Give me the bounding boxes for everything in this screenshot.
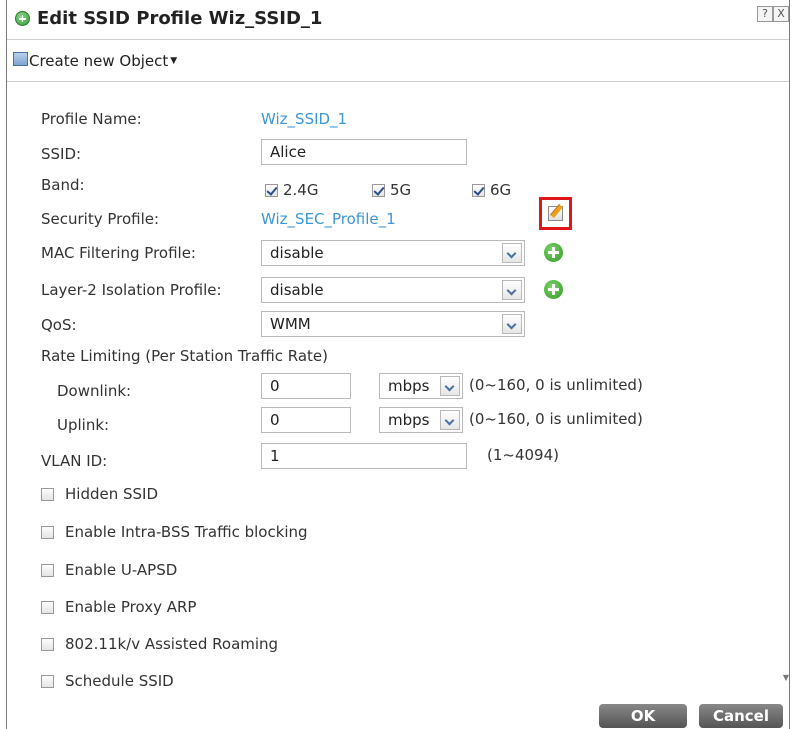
- uplink-hint: (0~160, 0 is unlimited): [469, 410, 643, 428]
- ssid-input[interactable]: Alice: [261, 139, 467, 165]
- edit-icon[interactable]: [548, 206, 563, 221]
- qos-select[interactable]: WMM: [261, 311, 525, 337]
- caret-down-icon: ▼: [170, 56, 178, 66]
- band-2-4g-checkbox[interactable]: [265, 184, 278, 197]
- uplink-label: Uplink:: [57, 416, 110, 434]
- vlan-id-label: VLAN ID:: [41, 452, 108, 470]
- schedule-ssid-label: Schedule SSID: [65, 672, 174, 690]
- vlan-id-input[interactable]: 1: [261, 443, 467, 469]
- vlan-id-hint: (1~4094): [487, 446, 559, 464]
- assisted-roaming-label: 802.11k/v Assisted Roaming: [65, 635, 279, 653]
- toolbar: Create new Object ▼: [7, 42, 789, 82]
- hidden-ssid-label: Hidden SSID: [65, 485, 159, 503]
- hidden-ssid-checkbox[interactable]: [41, 488, 54, 501]
- ok-button[interactable]: OK: [599, 704, 687, 728]
- band-6g-label: 6G: [490, 181, 512, 199]
- add-mac-filtering-icon[interactable]: [544, 243, 563, 262]
- cancel-button[interactable]: Cancel: [699, 704, 783, 728]
- assisted-roaming-checkbox[interactable]: [41, 638, 54, 651]
- object-icon: [13, 52, 28, 66]
- downlink-unit-select[interactable]: mbps: [379, 373, 463, 399]
- dialog-window: Edit SSID Profile Wiz_SSID_1 ? X Create …: [6, 0, 790, 729]
- add-layer2-isolation-icon[interactable]: [544, 280, 563, 299]
- downlink-label: Downlink:: [57, 382, 132, 400]
- intra-bss-blocking-label: Enable Intra-BSS Traffic blocking: [65, 523, 308, 541]
- band-5g-label: 5G: [390, 181, 412, 199]
- profile-name-label: Profile Name:: [41, 110, 142, 128]
- u-apsd-checkbox[interactable]: [41, 564, 54, 577]
- qos-label: QoS:: [41, 316, 77, 334]
- qos-value: WMM: [270, 315, 311, 333]
- band-label: Band:: [41, 176, 85, 194]
- layer2-isolation-label: Layer-2 Isolation Profile:: [41, 281, 222, 299]
- create-new-object-label: Create new Object: [29, 52, 169, 70]
- title-bar: Edit SSID Profile Wiz_SSID_1 ? X: [7, 0, 789, 40]
- chevron-down-icon: [502, 314, 522, 334]
- schedule-ssid-checkbox[interactable]: [41, 675, 54, 688]
- uplink-unit-value: mbps: [388, 411, 430, 429]
- layer2-isolation-value: disable: [270, 281, 324, 299]
- rate-limiting-label: Rate Limiting (Per Station Traffic Rate): [41, 347, 329, 365]
- mac-filtering-select[interactable]: disable: [261, 240, 525, 266]
- chevron-down-icon: [502, 243, 522, 263]
- uplink-unit-select[interactable]: mbps: [379, 407, 463, 433]
- layer2-isolation-select[interactable]: disable: [261, 277, 525, 303]
- add-circle-icon: [15, 11, 30, 26]
- create-new-object-menu[interactable]: Create new Object ▼: [29, 52, 177, 70]
- profile-name-value: Wiz_SSID_1: [261, 110, 348, 128]
- chevron-down-icon: [502, 280, 522, 300]
- mac-filtering-value: disable: [270, 244, 324, 262]
- intra-bss-blocking-checkbox[interactable]: [41, 526, 54, 539]
- band-2-4g-label: 2.4G: [283, 181, 319, 199]
- chevron-down-icon: [440, 410, 460, 430]
- ssid-label: SSID:: [41, 145, 82, 163]
- close-button[interactable]: X: [773, 6, 789, 22]
- downlink-hint: (0~160, 0 is unlimited): [469, 376, 643, 394]
- band-6g-checkbox[interactable]: [472, 184, 485, 197]
- security-profile-label: Security Profile:: [41, 210, 160, 228]
- help-button[interactable]: ?: [757, 6, 773, 22]
- downlink-input[interactable]: 0: [261, 373, 351, 399]
- edit-highlight-box: [539, 197, 572, 230]
- scroll-down-arrow-icon[interactable]: ▼: [783, 673, 789, 682]
- proxy-arp-checkbox[interactable]: [41, 601, 54, 614]
- downlink-unit-value: mbps: [388, 377, 430, 395]
- mac-filtering-label: MAC Filtering Profile:: [41, 244, 196, 262]
- uplink-input[interactable]: 0: [261, 407, 351, 433]
- band-5g-checkbox[interactable]: [372, 184, 385, 197]
- security-profile-link[interactable]: Wiz_SEC_Profile_1: [261, 210, 396, 228]
- u-apsd-label: Enable U-APSD: [65, 561, 178, 579]
- proxy-arp-label: Enable Proxy ARP: [65, 598, 197, 616]
- chevron-down-icon: [440, 376, 460, 396]
- dialog-title: Edit SSID Profile Wiz_SSID_1: [37, 8, 323, 29]
